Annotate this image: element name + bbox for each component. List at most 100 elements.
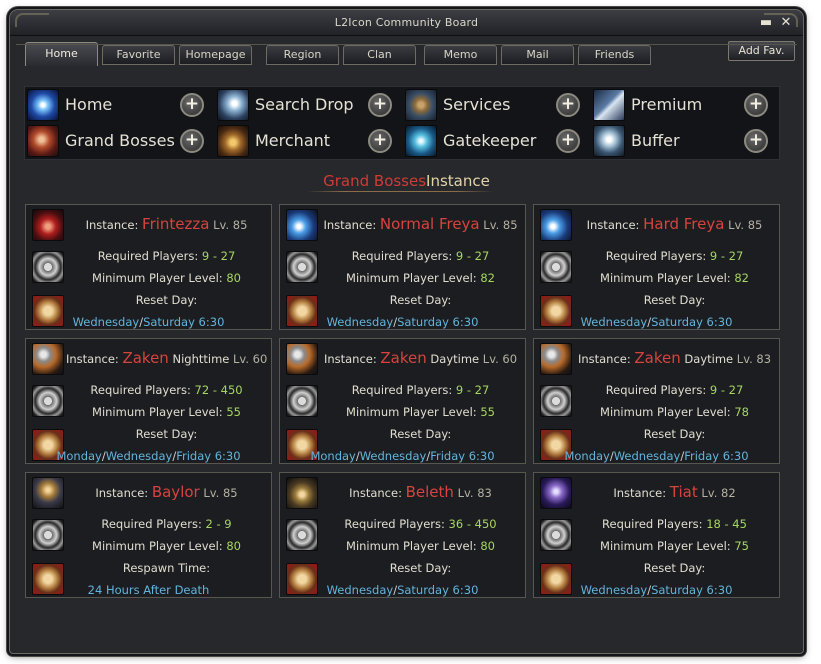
- add-grand-bosses-plus-icon[interactable]: +: [180, 129, 204, 153]
- normal-freya-icon: [286, 209, 318, 241]
- quick-buffer-label: Buffer: [631, 131, 680, 150]
- gear-icon: [540, 385, 572, 417]
- min-level-label: Minimum Player Level:: [92, 405, 223, 419]
- schedule-day: Wednesday: [72, 315, 140, 329]
- schedule-day: Wednesday: [580, 315, 648, 329]
- required-players-row: Required Players: 72 - 450: [66, 383, 267, 397]
- quick-premium[interactable]: Premium +: [591, 87, 781, 123]
- zaken-icon: [32, 343, 64, 375]
- instance-card-zaken-daytime-60[interactable]: Instance: Zaken Daytime Lv. 60 Required …: [279, 338, 526, 464]
- required-players-label: Required Players:: [344, 517, 445, 531]
- min-level-value: 80: [480, 539, 495, 553]
- gear-icon: [540, 251, 572, 283]
- instance-card-zaken-daytime-83[interactable]: Instance: Zaken Daytime Lv. 83 Required …: [533, 338, 780, 464]
- required-players-row: Required Players: 9 - 27: [574, 249, 775, 263]
- gear-icon: [32, 251, 64, 283]
- boss-level: Lv. 83: [736, 352, 772, 366]
- reset-day-label: Reset Day:: [643, 561, 706, 575]
- buffer-icon: [593, 125, 625, 157]
- instance-title: Instance: Frintezza Lv. 85: [66, 215, 267, 233]
- boss-name: Normal Freya: [379, 215, 480, 233]
- instance-card-zaken-nighttime[interactable]: Instance: Zaken Nighttime Lv. 60 Require…: [25, 338, 272, 464]
- quick-search-drop[interactable]: Search Drop +: [215, 87, 405, 123]
- min-level-value: 82: [734, 271, 749, 285]
- min-level-row: Minimum Player Level: 80: [66, 539, 267, 553]
- boss-name: Zaken: [380, 349, 427, 367]
- required-players-row: Required Players: 2 - 9: [66, 517, 267, 531]
- quick-services[interactable]: Services +: [403, 87, 593, 123]
- instance-card-hard-freya[interactable]: Instance: Hard Freya Lv. 85 Required Pla…: [533, 204, 780, 330]
- instance-label: Instance:: [349, 486, 402, 500]
- tab-home[interactable]: Home: [25, 42, 98, 66]
- instance-card-baylor[interactable]: Instance: Baylor Lv. 85 Required Players…: [25, 472, 272, 598]
- instance-card-beleth[interactable]: Instance: Beleth Lv. 83 Required Players…: [279, 472, 526, 598]
- tab-friends[interactable]: Friends: [578, 45, 651, 65]
- required-players-row: Required Players: 9 - 27: [320, 249, 521, 263]
- add-search-drop-plus-icon[interactable]: +: [368, 93, 392, 117]
- required-players-label: Required Players:: [90, 383, 191, 397]
- quick-grand-bosses[interactable]: Grand Bosses +: [25, 123, 215, 159]
- min-level-row: Minimum Player Level: 78: [574, 405, 775, 419]
- gear-icon: [286, 519, 318, 551]
- required-players-value: 9 - 27: [201, 249, 236, 263]
- add-premium-plus-icon[interactable]: +: [744, 93, 768, 117]
- tab-clan[interactable]: Clan: [343, 45, 416, 65]
- schedule-day: Wednesday: [580, 583, 648, 597]
- boss-level: Lv. 85: [213, 218, 248, 232]
- close-icon[interactable]: ✕: [779, 16, 793, 30]
- add-services-plus-icon[interactable]: +: [556, 93, 580, 117]
- home-icon: [27, 89, 59, 121]
- gear-icon: [286, 251, 318, 283]
- add-gatekeeper-plus-icon[interactable]: +: [556, 129, 580, 153]
- required-players-label: Required Players:: [605, 383, 707, 397]
- required-players-value: 36 - 450: [448, 517, 497, 531]
- min-level-label: Minimum Player Level:: [600, 539, 731, 553]
- schedule-day: Monday: [56, 449, 102, 463]
- tab-memo[interactable]: Memo: [424, 45, 497, 65]
- minimize-icon[interactable]: ▬: [759, 16, 773, 30]
- reset-schedule: Wednesday/Saturday 6:30: [538, 583, 775, 597]
- required-players-row: Required Players: 9 - 27: [320, 383, 521, 397]
- hard-freya-icon: [540, 209, 572, 241]
- tab-mail[interactable]: Mail: [501, 45, 574, 65]
- reset-day-label: Reset Day:: [389, 561, 452, 575]
- frintezza-icon: [32, 209, 64, 241]
- required-players-label: Required Players:: [605, 249, 707, 263]
- schedule-day: Friday 6:30: [176, 449, 241, 463]
- services-icon: [405, 89, 437, 121]
- instance-title: Instance: Beleth Lv. 83: [320, 483, 521, 501]
- instance-card-frintezza[interactable]: Instance: Frintezza Lv. 85 Required Play…: [25, 204, 272, 330]
- zaken-icon: [540, 343, 572, 375]
- required-players-value: 9 - 27: [455, 249, 490, 263]
- schedule-day: Monday: [564, 449, 610, 463]
- min-level-value: 55: [226, 405, 241, 419]
- add-home-plus-icon[interactable]: +: [180, 93, 204, 117]
- quick-home[interactable]: Home +: [25, 87, 215, 123]
- boss-level: Lv. 60: [482, 352, 518, 366]
- quick-buffer[interactable]: Buffer +: [591, 123, 781, 159]
- tab-favorite[interactable]: Favorite: [102, 45, 175, 65]
- tab-homepage[interactable]: Homepage: [179, 45, 252, 65]
- add-merchant-plus-icon[interactable]: +: [368, 129, 392, 153]
- instance-card-normal-freya[interactable]: Instance: Normal Freya Lv. 85 Required P…: [279, 204, 526, 330]
- required-players-label: Required Players:: [351, 249, 453, 263]
- min-level-row: Minimum Player Level: 80: [66, 271, 267, 285]
- instance-label: Instance:: [613, 486, 667, 500]
- boss-name: Hard Freya: [643, 215, 725, 233]
- min-level-value: 80: [226, 271, 241, 285]
- boss-name: Baylor: [151, 483, 200, 501]
- reset-schedule: Monday/Wednesday/Friday 6:30: [284, 449, 521, 463]
- schedule-day: Saturday 6:30: [143, 315, 225, 329]
- reset-schedule: Monday/Wednesday/Friday 6:30: [538, 449, 775, 463]
- premium-icon: [593, 89, 625, 121]
- beleth-icon: [286, 477, 318, 509]
- add-buffer-plus-icon[interactable]: +: [744, 129, 768, 153]
- schedule-day: Wednesday: [326, 315, 394, 329]
- quick-gatekeeper-label: Gatekeeper: [443, 131, 537, 150]
- tab-region[interactable]: Region: [266, 45, 339, 65]
- title-bar[interactable]: L2Icon Community Board ▬ ✕: [10, 10, 803, 36]
- instance-card-tiat[interactable]: Instance: Tiat Lv. 82 Required Players: …: [533, 472, 780, 598]
- quick-merchant[interactable]: Merchant +: [215, 123, 405, 159]
- min-level-label: Minimum Player Level:: [600, 405, 731, 419]
- quick-gatekeeper[interactable]: Gatekeeper +: [403, 123, 593, 159]
